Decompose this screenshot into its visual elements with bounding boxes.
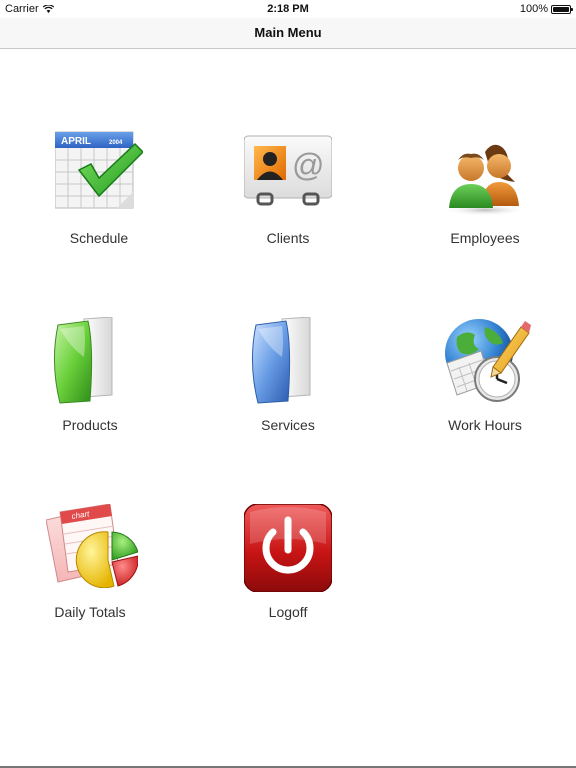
page-title: Main Menu: [254, 25, 322, 40]
menu-item-label: Logoff: [268, 604, 308, 620]
calendar-check-icon: APRIL 2004: [55, 131, 143, 209]
menu-item-clients[interactable]: @ Clients: [223, 130, 353, 260]
globe-clock-icon: [445, 319, 531, 402]
menu-item-label: Products: [62, 417, 118, 433]
svg-text:2004: 2004: [109, 140, 123, 146]
people-icon: [443, 144, 527, 216]
status-bar: Carrier 2:18 PM 100%: [0, 0, 576, 18]
menu-item-label: Services: [261, 417, 315, 433]
blue-folder-icon: [251, 317, 311, 404]
menu-item-schedule[interactable]: APRIL 2004 Schedule: [34, 130, 164, 260]
pie-chart-icon: chart: [46, 504, 138, 588]
menu-item-label: Daily Totals: [54, 604, 126, 620]
svg-text:APRIL: APRIL: [61, 136, 91, 147]
menu-item-label: Employees: [450, 230, 520, 246]
status-time: 2:18 PM: [267, 3, 309, 15]
menu-item-logoff[interactable]: Logoff: [223, 504, 353, 634]
battery-indicator: 100%: [519, 3, 573, 15]
menu-item-products[interactable]: Products: [25, 317, 155, 447]
menu-item-employees[interactable]: Employees: [420, 130, 550, 260]
contact-card-icon: @: [244, 135, 332, 206]
menu-item-work-hours[interactable]: Work Hours: [420, 317, 550, 447]
power-icon: [244, 504, 332, 592]
menu-item-services[interactable]: Services: [223, 317, 353, 447]
menu-item-label: Clients: [266, 230, 310, 246]
green-folder-icon: [53, 317, 113, 404]
navigation-bar: Main Menu: [0, 18, 576, 49]
menu-item-label: Schedule: [69, 230, 129, 246]
menu-item-daily-totals[interactable]: chart Daily Totals: [25, 504, 155, 634]
menu-item-label: Work Hours: [448, 417, 522, 433]
battery-icon: [551, 4, 573, 14]
battery-percent: 100%: [519, 3, 548, 15]
svg-text:@: @: [292, 147, 324, 183]
